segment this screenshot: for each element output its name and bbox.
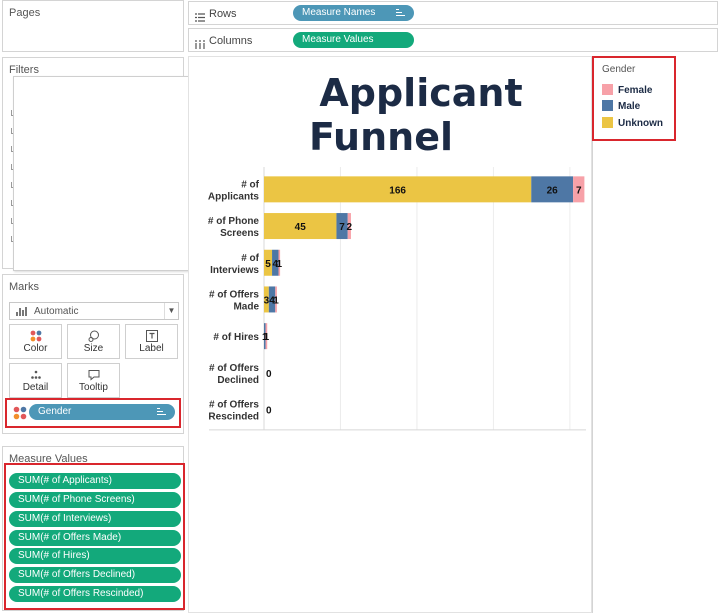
mark-type-dropdown[interactable]: Automatic ▼ (9, 302, 179, 320)
measure-names-pill-label: Measure Names (302, 7, 376, 18)
category-label: # of Interviews (210, 253, 260, 276)
sort-icon (396, 9, 405, 17)
measure-values-pill[interactable]: Measure Values (293, 32, 414, 48)
columns-label: Columns (209, 35, 253, 47)
legend-label: Unknown (618, 118, 663, 129)
bar-value-label: 45 (295, 222, 307, 233)
sort-icon (157, 408, 166, 416)
columns-icon (195, 36, 205, 49)
marks-title: Marks (9, 281, 39, 293)
gender-legend[interactable]: Gender Female Male Unknown (597, 60, 673, 138)
size-icon (68, 330, 119, 342)
measure-pill[interactable]: SUM(# of Offers Made) (9, 530, 181, 546)
category-label: # of Applicants (208, 179, 260, 202)
chevron-down-icon[interactable]: ▼ (164, 303, 178, 319)
rows-icon (195, 9, 205, 22)
bar-value-label: 7 (339, 222, 345, 233)
rows-shelf[interactable]: Rows Measure Names (188, 1, 718, 25)
bar-value-label: 5 (265, 259, 271, 270)
pages-title: Pages (9, 7, 41, 19)
viz-title: Applicant Funnel (189, 71, 593, 159)
gender-color-pill[interactable]: Gender (29, 404, 175, 420)
legend-title: Gender (602, 64, 636, 75)
color-dots-icon (13, 406, 27, 420)
bar-value-label: 26 (547, 185, 559, 196)
bar-value-label: 1 (264, 332, 270, 343)
legend-label: Female (618, 85, 653, 96)
rows-label: Rows (209, 8, 237, 20)
measure-pill[interactable]: SUM(# of Offers Declined) (9, 567, 181, 583)
viz-title-line-2: Funnel (308, 115, 454, 159)
measure-pill[interactable]: SUM(# of Phone Screens) (9, 492, 181, 508)
bar-value-label: 2 (347, 222, 353, 233)
filters-shelf[interactable]: Filters (2, 57, 191, 271)
bar-value-label: 166 (389, 185, 406, 196)
label-button[interactable]: Label (125, 324, 178, 359)
legend-item-unknown[interactable]: Unknown (602, 117, 663, 129)
category-label: # of Phone Screens (208, 216, 260, 239)
columns-shelf[interactable]: Columns Measure Values (188, 28, 718, 52)
legend-swatch (602, 84, 613, 95)
viz-canvas: Applicant Funnel # of Applicants 166 26 7 # o… (188, 56, 592, 613)
legend-label: Male (618, 101, 641, 112)
legend-swatch (602, 117, 613, 128)
size-button[interactable]: Size (67, 324, 120, 359)
label-text-icon (126, 330, 177, 342)
detail-dots-icon (10, 369, 61, 381)
tooltip-icon (68, 369, 119, 381)
bar-chart-icon (16, 307, 28, 316)
measure-pill[interactable]: SUM(# of Applicants) (9, 473, 181, 489)
color-dots-icon (10, 330, 61, 342)
filters-popup (13, 76, 191, 271)
measure-pill[interactable]: SUM(# of Offers Rescinded) (9, 586, 181, 602)
legend-item-female[interactable]: Female (602, 84, 652, 96)
funnel-chart: # of Applicants 166 26 7 # of Phone Screens 45 7… (208, 167, 586, 431)
category-label: # of Hires (213, 332, 259, 343)
tooltip-label: Tooltip (79, 382, 108, 393)
bar-value-label: 1 (277, 259, 283, 270)
bar-value-label: 0 (266, 369, 272, 380)
color-button[interactable]: Color (9, 324, 62, 359)
bar-value-label: 1 (273, 295, 279, 306)
detail-button[interactable]: Detail (9, 363, 62, 398)
measure-pill[interactable]: SUM(# of Interviews) (9, 511, 181, 527)
viz-title-line-1: Applicant (319, 71, 523, 115)
mark-type-value: Automatic (34, 306, 79, 317)
category-label: # of Offers Made (209, 289, 259, 312)
bar-value-label: 0 (266, 406, 272, 417)
pages-shelf[interactable]: Pages (2, 0, 184, 52)
marks-card: Marks Automatic ▼ Color Size Label Detai… (2, 274, 184, 434)
filters-title: Filters (9, 64, 39, 76)
bar-value-label: 7 (576, 185, 582, 196)
measure-values-card: Measure Values SUM(# of Applicants) SUM(… (2, 446, 185, 611)
detail-label: Detail (22, 382, 49, 393)
category-label: # of Offers Declined (209, 363, 259, 386)
size-label: Size (83, 343, 104, 354)
gender-pill-label: Gender (38, 406, 72, 417)
color-label: Color (23, 343, 48, 354)
label-label: Label (139, 343, 164, 354)
legend-item-male[interactable]: Male (602, 100, 640, 112)
legend-swatch (602, 100, 613, 111)
measure-names-pill[interactable]: Measure Names (293, 5, 414, 21)
tooltip-button[interactable]: Tooltip (67, 363, 120, 398)
category-label: # of Offers Rescinded (208, 400, 259, 423)
measure-pill[interactable]: SUM(# of Hires) (9, 548, 181, 564)
